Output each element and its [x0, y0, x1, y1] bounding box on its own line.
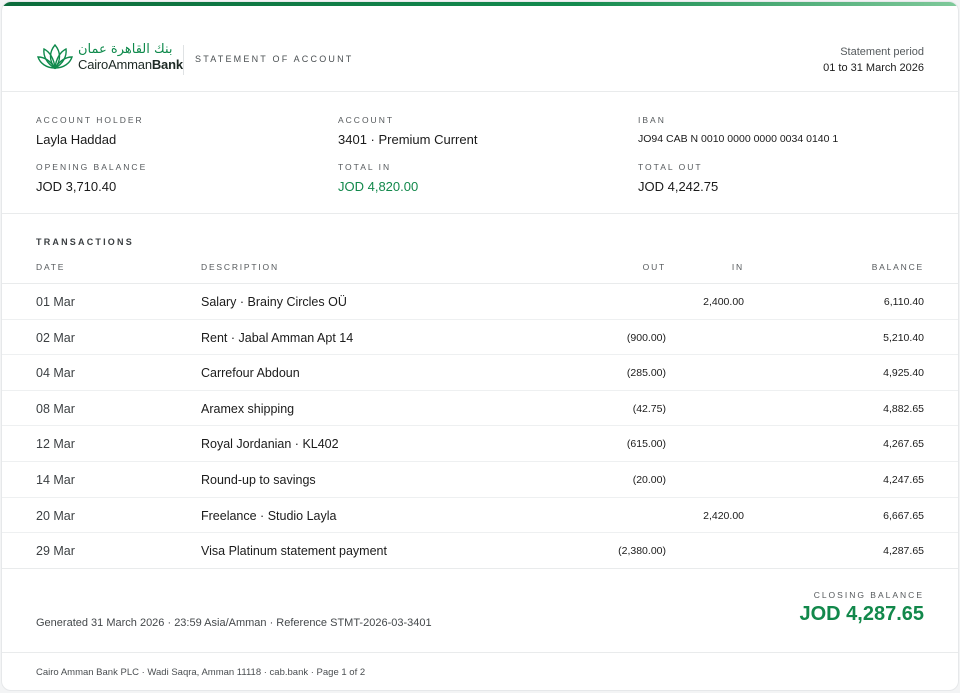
bank-name-suffix: Bank — [151, 57, 183, 72]
transactions-table: 01 Mar Salary · Brainy Circles OÜ 2,400.00… — [2, 284, 958, 569]
total-in-value: JOD 4,820.00 — [338, 179, 419, 194]
cell-date: 29 Mar — [36, 544, 75, 559]
account-holder-field: ACCOUNT HOLDER Layla Haddad — [36, 115, 144, 147]
cell-date: 12 Mar — [36, 437, 75, 452]
cell-date: 08 Mar — [36, 401, 75, 416]
opening-balance-field: OPENING BALANCE JOD 3,710.40 — [36, 162, 147, 194]
cell-description: Carrefour Abdoun — [201, 366, 300, 381]
statement-card: بنك القاهرة عمان CairoAmmanBank STATEMEN… — [1, 1, 959, 691]
transactions-section: TRANSACTIONS DATE DESCRIPTION OUT IN BAL… — [2, 214, 958, 569]
closing-balance: CLOSING BALANCE JOD 4,287.65 — [799, 590, 924, 626]
table-row: 04 Mar Carrefour Abdoun (285.00) 4,925.40 — [2, 355, 958, 391]
generated-note: Generated 31 March 2026 · 23:59 Asia/Amm… — [36, 617, 432, 629]
cell-description: Visa Platinum statement payment — [201, 544, 387, 559]
table-row: 20 Mar Freelance · Studio Layla 2,420.00 6,… — [2, 498, 958, 534]
closing-balance-label: CLOSING BALANCE — [813, 590, 924, 600]
cell-balance: 6,110.40 — [883, 296, 924, 308]
statement-footer: Cairo Amman Bank PLC · Wadi Saqra, Amman… — [2, 653, 958, 689]
cell-in: 2,420.00 — [703, 509, 744, 522]
cell-balance: 4,925.40 — [883, 367, 924, 380]
column-in: IN — [731, 262, 744, 272]
table-row: 14 Mar Round-up to savings (20.00) 4,247.65 — [2, 462, 958, 498]
iban-value: JO94 CAB N 0010 0000 0000 0034 0140 1 — [638, 133, 839, 145]
lotus-icon — [37, 43, 73, 70]
period-value: 01 to 31 March 2026 — [823, 62, 924, 74]
total-out-value: JOD 4,242.75 — [638, 179, 719, 194]
bank-logo: بنك القاهرة عمان CairoAmmanBank — [36, 42, 183, 72]
total-out-field: TOTAL OUT JOD 4,242.75 — [638, 162, 718, 194]
total-in-label: TOTAL IN — [338, 162, 392, 172]
transactions-title: TRANSACTIONS — [36, 237, 134, 247]
column-balance: BALANCE — [871, 262, 924, 272]
closing-section: Generated 31 March 2026 · 23:59 Asia/Amm… — [2, 569, 958, 653]
cell-out: (20.00) — [632, 473, 666, 486]
cell-out: (615.00) — [626, 438, 666, 451]
cell-description: Royal Jordanian · KL402 — [201, 437, 339, 452]
column-description: DESCRIPTION — [201, 262, 279, 272]
cell-balance: 4,287.65 — [883, 545, 924, 558]
bank-name-prefix: CairoAmman — [78, 57, 152, 72]
column-out: OUT — [642, 262, 666, 272]
table-header: DATE DESCRIPTION OUT IN BALANCE — [2, 256, 958, 284]
opening-balance-label: OPENING BALANCE — [36, 162, 148, 172]
column-date: DATE — [36, 262, 66, 272]
cell-description: Round-up to savings — [201, 472, 316, 487]
table-row: 02 Mar Rent · Jabal Amman Apt 14 (900.00) 5… — [2, 320, 958, 356]
cell-date: 04 Mar — [36, 366, 75, 381]
statement-period: Statement period 01 to 31 March 2026 — [823, 46, 924, 74]
cell-balance: 4,267.65 — [883, 438, 924, 451]
cell-description: Aramex shipping — [201, 401, 295, 416]
iban-label: IBAN — [638, 115, 666, 125]
cell-balance: 4,247.65 — [883, 473, 924, 486]
cell-in: 2,400.00 — [703, 296, 744, 308]
cell-description: Salary · Brainy Circles OÜ — [201, 295, 347, 309]
cell-out: (285.00) — [626, 367, 666, 380]
cell-date: 14 Mar — [36, 472, 75, 487]
period-label: Statement period — [840, 46, 924, 58]
cell-balance: 6,667.65 — [883, 509, 924, 522]
document-title: STATEMENT OF ACCOUNT — [195, 54, 354, 64]
bank-arabic-name: بنك القاهرة عمان — [78, 42, 173, 57]
cell-date: 01 Mar — [36, 295, 75, 309]
footer-text: Cairo Amman Bank PLC · Wadi Saqra, Amman… — [36, 667, 366, 678]
opening-balance-value: JOD 3,710.40 — [36, 179, 117, 194]
cell-date: 02 Mar — [36, 330, 75, 345]
account-holder-label: ACCOUNT HOLDER — [36, 115, 144, 125]
cell-balance: 5,210.40 — [883, 331, 924, 344]
cell-date: 20 Mar — [36, 508, 75, 523]
total-out-label: TOTAL OUT — [638, 162, 703, 172]
table-row: 12 Mar Royal Jordanian · KL402 (615.00) 4,2… — [2, 426, 958, 462]
account-summary: ACCOUNT HOLDER Layla Haddad ACCOUNT 3401… — [2, 92, 958, 214]
account-value: 3401 · Premium Current — [338, 132, 478, 147]
cell-out: (900.00) — [626, 331, 666, 344]
closing-balance-value: JOD 4,287.65 — [799, 603, 924, 625]
header-divider — [183, 45, 184, 75]
cell-description: Rent · Jabal Amman Apt 14 — [201, 330, 354, 345]
cell-out: (42.75) — [632, 402, 666, 415]
total-in-field: TOTAL IN JOD 4,820.00 — [338, 162, 418, 194]
table-row: 29 Mar Visa Platinum statement payment (2,… — [2, 533, 958, 569]
table-row: 01 Mar Salary · Brainy Circles OÜ 2,400.00… — [2, 284, 958, 320]
iban-field: IBAN JO94 CAB N 0010 0000 0000 0034 0140… — [638, 115, 838, 145]
cell-out: (2,380.00) — [618, 545, 666, 558]
account-holder-value: Layla Haddad — [36, 132, 117, 147]
account-label: ACCOUNT — [338, 115, 395, 125]
bank-name: CairoAmmanBank — [78, 58, 183, 71]
cell-balance: 4,882.65 — [883, 402, 924, 415]
cell-description: Freelance · Studio Layla — [201, 508, 337, 523]
statement-header: بنك القاهرة عمان CairoAmmanBank STATEMEN… — [2, 6, 958, 92]
table-row: 08 Mar Aramex shipping (42.75) 4,882.65 — [2, 391, 958, 427]
account-field: ACCOUNT 3401 · Premium Current — [338, 115, 477, 147]
